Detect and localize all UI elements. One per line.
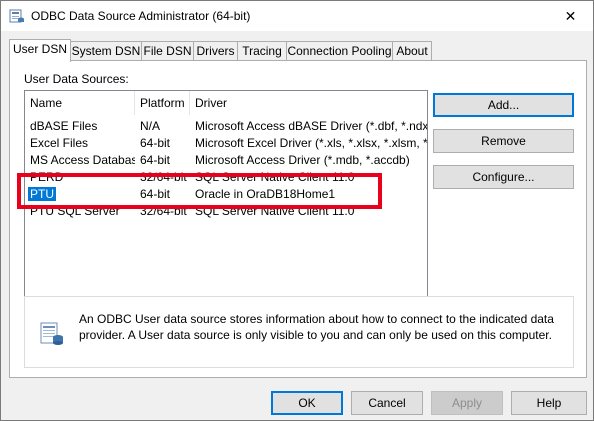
info-box: An ODBC User data source stores informat… — [24, 296, 574, 368]
list-header: Name Platform Driver — [25, 91, 427, 115]
tab-connection-pooling[interactable]: Connection Pooling — [286, 41, 393, 61]
item-driver: Microsoft Access dBASE Driver (*.dbf, *.… — [195, 119, 428, 133]
item-driver: SQL Server Native Client 11.0 — [195, 204, 355, 218]
configure-button[interactable]: Configure... — [433, 165, 574, 189]
item-driver: Microsoft Access Driver (*.mdb, *.accdb) — [195, 153, 410, 167]
tab-tracing[interactable]: Tracing — [237, 41, 287, 61]
item-name: PTU — [28, 187, 56, 201]
list-item[interactable]: MS Access Database 64-bit Microsoft Acce… — [25, 152, 427, 169]
item-name: MS Access Database — [30, 153, 135, 167]
list-item[interactable]: Excel Files 64-bit Microsoft Excel Drive… — [25, 135, 427, 152]
item-platform: 64-bit — [140, 187, 171, 201]
item-name: dBASE Files — [30, 119, 98, 133]
item-platform: 32/64-bit — [140, 204, 187, 218]
user-dsn-panel: User Data Sources: Name Platform Driver … — [9, 60, 587, 378]
close-button[interactable]: ✕ — [548, 1, 593, 31]
list-item[interactable]: PTU SQL Server 32/64-bit SQL Server Nati… — [25, 203, 427, 220]
item-name: PTU SQL Server — [30, 204, 120, 218]
item-driver: Oracle in OraDB18Home1 — [195, 187, 336, 201]
item-platform: 32/64-bit — [140, 170, 187, 184]
item-platform: N/A — [140, 119, 161, 133]
column-header-name[interactable]: Name — [25, 91, 135, 115]
item-platform: 64-bit — [140, 153, 171, 167]
tab-about[interactable]: About — [392, 41, 432, 61]
tab-file-dsn[interactable]: File DSN — [141, 41, 194, 61]
list-item[interactable]: PERD 32/64-bit SQL Server Native Client … — [25, 169, 427, 186]
item-driver: SQL Server Native Client 11.0 — [195, 170, 355, 184]
item-name: PERD — [30, 170, 64, 184]
apply-button[interactable]: Apply — [431, 391, 503, 415]
ok-button[interactable]: OK — [271, 391, 343, 415]
item-driver: Microsoft Excel Driver (*.xls, *.xlsx, *… — [195, 136, 428, 150]
odbc-admin-window: ODBC Data Source Administrator (64-bit) … — [0, 0, 594, 421]
item-platform: 64-bit — [140, 136, 171, 150]
item-name: Excel Files — [30, 136, 89, 150]
tab-system-dsn[interactable]: System DSN — [70, 41, 142, 61]
odbc-app-icon — [9, 9, 24, 23]
title-bar: ODBC Data Source Administrator (64-bit) … — [1, 1, 593, 31]
tab-user-dsn[interactable]: User DSN — [9, 39, 71, 62]
list-item-selected[interactable]: PTU 64-bit Oracle in OraDB18Home1 — [25, 186, 427, 203]
tab-drivers[interactable]: Drivers — [193, 41, 238, 61]
info-description: An ODBC User data source stores informat… — [79, 312, 554, 342]
column-header-driver[interactable]: Driver — [190, 91, 427, 115]
cancel-button[interactable]: Cancel — [351, 391, 423, 415]
remove-button[interactable]: Remove — [433, 129, 574, 153]
data-source-info-icon — [40, 322, 63, 345]
help-button[interactable]: Help — [511, 391, 587, 415]
close-icon: ✕ — [564, 7, 577, 24]
user-data-sources-label: User Data Sources: — [24, 72, 129, 86]
list-item[interactable]: dBASE Files N/A Microsoft Access dBASE D… — [25, 118, 427, 135]
column-header-platform[interactable]: Platform — [135, 91, 190, 115]
add-button[interactable]: Add... — [433, 93, 574, 117]
window-title: ODBC Data Source Administrator (64-bit) — [31, 9, 251, 23]
